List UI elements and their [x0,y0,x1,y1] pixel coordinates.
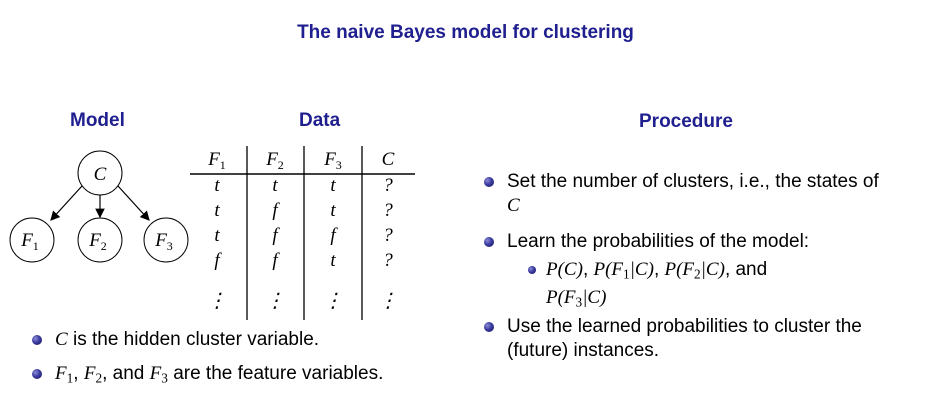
procedure-item-set-clusters: Set the number of clusters, i.e., the st… [484,170,914,218]
svg-text:t: t [214,200,220,221]
note-text: is the hidden cluster variable. [72,329,320,350]
svg-text:?: ? [383,225,393,246]
data-table: F1 F2 F3 C t t t ? t f t ? t f f ? f f t… [190,146,415,320]
feature-node-f1: F1 [9,217,55,263]
bullet-icon [528,266,536,274]
procedure-var-c: C [507,195,520,216]
svg-text:t: t [272,175,278,196]
svg-text:f: f [330,225,338,246]
feature-node-f3: F3 [143,217,189,263]
note-feature-variables: F1, F2, and F3 are the feature variables… [32,362,383,390]
svg-text:f: f [214,250,222,271]
prob-pf3c: P(F3|C) [546,287,607,310]
model-heading: Model [70,110,125,131]
procedure-item-learn: Learn the probabilities of the model: [484,230,914,254]
data-heading: Data [299,110,341,131]
procedure-heading: Procedure [639,111,733,132]
edge-c-f3 [117,185,150,221]
col-header-c: C [382,149,395,170]
procedure-item-text-2: (future) instances. [507,340,660,361]
svg-text:?: ? [383,250,393,271]
bullet-icon [484,322,494,332]
col-header-f1: F1 [207,149,226,172]
svg-text:t: t [214,175,220,196]
note-var-c: C [55,329,68,350]
bullet-icon [484,177,494,187]
col-header-f3: F3 [323,149,342,172]
svg-text:?: ? [383,175,393,196]
naive-bayes-network: C F1 F2 F3 [9,150,189,263]
svg-text:t: t [330,175,336,196]
prob-pf2c: P(F2|C) [664,259,725,282]
feature-node-f2: F2 [77,217,123,263]
svg-text:⋮: ⋮ [323,290,343,312]
root-node-c: C [77,150,123,196]
bullet-icon [484,237,494,247]
bullet-icon [32,369,42,379]
svg-text:?: ? [383,200,393,221]
svg-text:f: f [272,250,280,271]
procedure-item-text: Use the learned probabilities to cluster… [507,316,862,337]
svg-text:f: f [272,225,280,246]
note-hidden-variable: C is the hidden cluster variable. [32,328,319,352]
svg-text:t: t [330,250,336,271]
svg-text:t: t [214,225,220,246]
note-var-f2: F2 [83,363,103,386]
svg-text:f: f [272,200,280,221]
edge-c-f1 [50,185,83,221]
slide-title: The naive Bayes model for clustering [297,22,634,43]
note-text: are the feature variables. [173,363,384,384]
note-var-f1: F1 [55,363,74,386]
procedure-item-use: Use the learned probabilities to cluster… [484,315,914,363]
svg-text:⋮: ⋮ [207,290,227,312]
svg-text:⋮: ⋮ [378,290,398,312]
procedure-subitem-probabilities: P(C), P(F1|C), P(F2|C), and P(F3|C) [528,258,888,315]
bullet-icon [32,335,42,345]
prob-pf1c: P(F1|C) [593,259,654,282]
table-row-ellipsis: ⋮ ⋮ ⋮ ⋮ [207,290,398,312]
col-header-f2: F2 [265,149,284,172]
procedure-item-text: Set the number of clusters, i.e., the st… [507,171,879,192]
note-var-f3: F3 [149,363,168,386]
svg-text:⋮: ⋮ [265,290,285,312]
root-node-label: C [94,164,107,185]
svg-text:t: t [330,200,336,221]
prob-pc: P(C) [546,259,583,280]
procedure-item-text: Learn the probabilities of the model: [507,231,810,252]
